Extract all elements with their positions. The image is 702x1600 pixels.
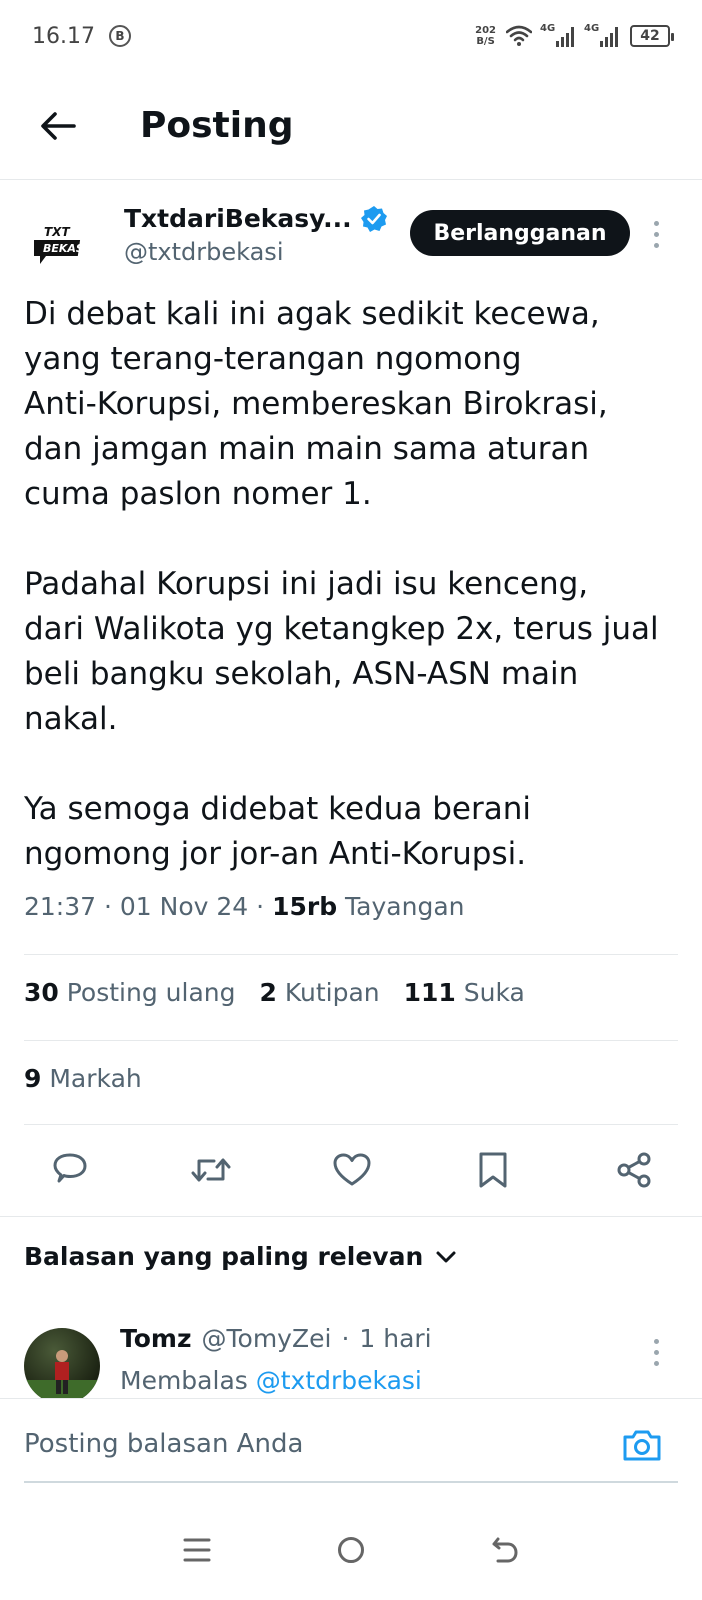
section-divider <box>0 1216 702 1217</box>
reply-author-name[interactable]: Tomz <box>120 1324 192 1353</box>
net-speed-unit: B/S <box>476 36 495 47</box>
arrow-left-icon <box>41 111 76 140</box>
menu-icon <box>183 1538 211 1562</box>
signal-2-label: 4G <box>584 23 600 34</box>
net-speed: 202 B/S <box>475 25 496 47</box>
signal-1-icon: 4G <box>540 23 576 47</box>
replying-to: Membalas @txtdrbekasi <box>120 1366 422 1395</box>
back-curve-icon <box>492 1537 518 1563</box>
replying-to-prefix: Membalas <box>120 1366 248 1395</box>
wifi-icon <box>506 25 532 46</box>
author-avatar[interactable]: TXT BEKASI <box>34 212 90 268</box>
divider <box>24 1040 678 1041</box>
reply-composer: Posting balasan Anda <box>0 1398 702 1498</box>
signal-1-label: 4G <box>540 23 556 34</box>
bookmark-button[interactable] <box>471 1148 515 1192</box>
bookmarks-count: 9 <box>24 1064 42 1093</box>
quotes-label: Kutipan <box>284 978 380 1007</box>
reply-input-underline <box>24 1481 678 1483</box>
author-handle[interactable]: @txtdrbekasi <box>124 238 283 266</box>
status-time: 16.17 <box>32 23 95 49</box>
battery-level: 42 <box>640 28 660 44</box>
reposts-label: Posting ulang <box>66 978 236 1007</box>
post-action-bar <box>24 1140 678 1200</box>
camera-icon <box>623 1430 661 1461</box>
reply-icon <box>53 1153 87 1183</box>
heart-icon <box>333 1153 371 1186</box>
post-text: Di debat kali ini agak sedikit kecewa, y… <box>24 292 678 877</box>
reposts-stat[interactable]: 30 Posting ulang <box>24 978 236 1007</box>
recent-apps-button[interactable] <box>167 1520 227 1580</box>
replies-sort-label: Balasan yang paling relevan <box>24 1242 424 1271</box>
reply-avatar[interactable] <box>24 1328 100 1404</box>
replying-to-mention[interactable]: @txtdrbekasi <box>256 1366 422 1395</box>
system-back-button[interactable] <box>475 1520 535 1580</box>
signal-2-icon: 4G <box>584 23 620 47</box>
post-time[interactable]: 21:37 <box>24 892 96 921</box>
battery-icon: 42 <box>630 25 674 47</box>
bookmarks-label: Markah <box>49 1064 142 1093</box>
post-views-count: 15rb <box>272 892 338 921</box>
post-paragraph-3: Ya semoga didebat kedua berani ngomong j… <box>24 791 532 872</box>
engagement-stats: 30 Posting ulang 2 Kutipan 111 Suka <box>24 978 525 1007</box>
home-circle-icon <box>338 1537 364 1563</box>
b-notification-icon: B <box>108 25 131 47</box>
reply-button[interactable] <box>48 1148 92 1192</box>
home-button[interactable] <box>321 1520 381 1580</box>
status-bar: 16.17 B 202 B/S 4G 4G 42 <box>0 0 702 72</box>
likes-count: 111 <box>403 978 456 1007</box>
post-views-label: Tayangan <box>345 892 465 921</box>
reply-more-options-icon[interactable] <box>646 1332 666 1372</box>
reply-header: Tomz @TomyZei · 1 hari <box>120 1324 432 1353</box>
author-name[interactable]: TxtdariBekasy... <box>124 204 352 233</box>
net-speed-value: 202 <box>475 25 496 36</box>
logo-line1: TXT <box>44 225 70 239</box>
post-date[interactable]: 01 Nov 24 <box>120 892 248 921</box>
reply-input[interactable]: Posting balasan Anda <box>24 1429 303 1459</box>
likes-label: Suka <box>463 978 525 1007</box>
divider <box>24 1124 678 1125</box>
quotes-count: 2 <box>259 978 277 1007</box>
quotes-stat[interactable]: 2 Kutipan <box>260 978 380 1007</box>
camera-button[interactable] <box>620 1423 664 1467</box>
system-nav-bar <box>0 1500 702 1600</box>
repost-button[interactable] <box>189 1148 233 1192</box>
post-author: TXT BEKASI TxtdariBekasy... @txtdrbekasi… <box>24 198 678 278</box>
reply-author-handle[interactable]: @TomyZei <box>202 1324 332 1353</box>
bookmarks-stat[interactable]: 9 Markah <box>24 1064 142 1093</box>
reposts-count: 30 <box>24 978 59 1007</box>
back-button[interactable] <box>18 86 98 166</box>
like-button[interactable] <box>330 1148 374 1192</box>
page-title: Posting <box>140 105 294 146</box>
reply-time: 1 hari <box>359 1324 432 1353</box>
more-options-icon[interactable] <box>646 214 666 254</box>
top-app-bar: Posting <box>0 72 702 180</box>
status-left: 16.17 B <box>32 24 131 49</box>
author-name-row: TxtdariBekasy... <box>124 204 388 233</box>
repost-icon <box>191 1158 231 1182</box>
likes-stat[interactable]: 111 Suka <box>404 978 525 1007</box>
subscribe-button[interactable]: Berlangganan <box>410 210 630 256</box>
status-right: 202 B/S 4G 4G 42 <box>475 23 674 47</box>
divider <box>24 954 678 955</box>
logo-line2: BEKASI <box>43 242 88 255</box>
post-paragraph-2: Padahal Korupsi ini jadi isu kenceng, da… <box>24 566 659 737</box>
verified-badge-icon <box>360 205 387 232</box>
chevron-down-icon <box>436 1251 456 1262</box>
reply-avatar-image <box>24 1350 100 1404</box>
reply-item[interactable]: Tomz @TomyZei · 1 hari Membalas @txtdrbe… <box>24 1322 678 1404</box>
replies-sort-dropdown[interactable]: Balasan yang paling relevan <box>24 1242 457 1271</box>
bookmark-icon <box>479 1152 507 1188</box>
post-meta: 21:37 · 01 Nov 24 · 15rb Tayangan <box>24 892 465 921</box>
post-paragraph-1: Di debat kali ini agak sedikit kecewa, y… <box>24 296 608 512</box>
share-icon <box>617 1152 651 1188</box>
share-button[interactable] <box>612 1148 656 1192</box>
